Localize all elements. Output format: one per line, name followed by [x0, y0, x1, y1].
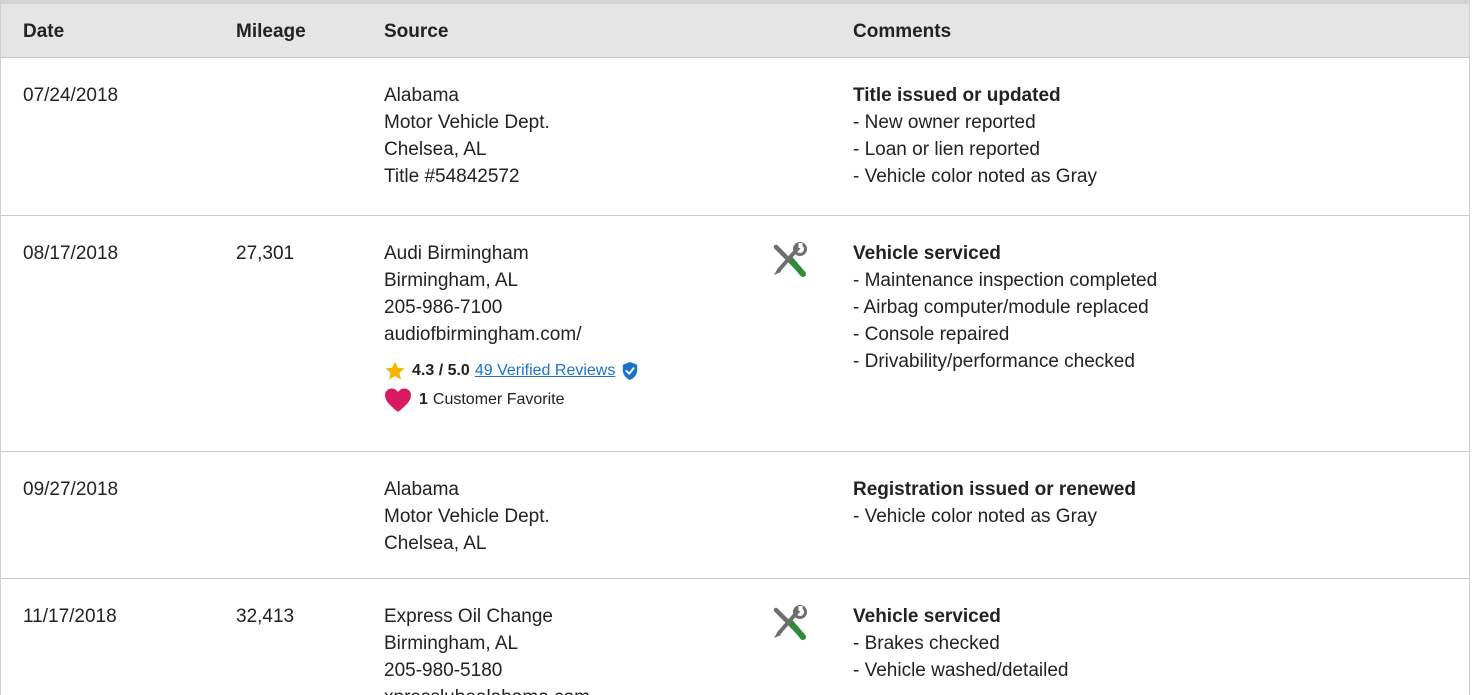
source-line: Birmingham, AL — [384, 633, 519, 654]
comment-title: Registration issued or renewed — [853, 479, 1136, 500]
source-line: Birmingham, AL — [384, 270, 519, 291]
comment-title: Vehicle serviced — [853, 606, 1001, 627]
table-row: 07/24/2018 Alabama Motor Vehicle Dept. C… — [1, 58, 1469, 216]
dealer-rating: 4.3 / 5.0 49 Verified Reviews — [384, 360, 639, 382]
source-line: Alabama — [384, 85, 459, 106]
row-comments: Title issued or updated - New owner repo… — [853, 82, 1097, 190]
header-source: Source — [384, 21, 449, 42]
row-source: Express Oil Change Birmingham, AL 205-98… — [384, 603, 590, 695]
comment-line: - Drivability/performance checked — [853, 351, 1135, 372]
row-source: Audi Birmingham Birmingham, AL 205-986-7… — [384, 240, 639, 413]
row-date: 08/17/2018 — [23, 243, 119, 264]
comment-line: - Maintenance inspection completed — [853, 270, 1158, 291]
comment-line: - Brakes checked — [853, 633, 1000, 654]
source-line: Audi Birmingham — [384, 243, 529, 264]
customer-favorite: 1 Customer Favorite — [384, 387, 639, 413]
service-icon-cell — [769, 605, 809, 645]
source-line: audiofbirmingham.com/ — [384, 324, 582, 345]
source-line: Express Oil Change — [384, 606, 553, 627]
heart-icon — [385, 388, 411, 412]
favorite-count: 1 — [419, 391, 428, 408]
source-line: Motor Vehicle Dept. — [384, 506, 550, 527]
vehicle-history-table: Date Mileage Source Comments 07/24/2018 … — [0, 0, 1470, 695]
row-date: 09/27/2018 — [23, 479, 119, 500]
row-mileage: 27,301 — [236, 243, 295, 264]
row-date: 11/17/2018 — [23, 606, 117, 627]
row-comments: Vehicle serviced - Maintenance inspectio… — [853, 240, 1157, 375]
comment-line: - Vehicle color noted as Gray — [853, 506, 1097, 527]
source-line: xpresslubealabama.com — [384, 684, 590, 695]
row-source: Alabama Motor Vehicle Dept. Chelsea, AL — [384, 476, 550, 557]
table-header: Date Mileage Source Comments — [1, 0, 1469, 58]
row-date: 07/24/2018 — [23, 85, 119, 106]
comment-line: - Vehicle color noted as Gray — [853, 166, 1097, 187]
service-tools-icon — [773, 605, 807, 640]
verified-shield-icon — [623, 362, 638, 380]
service-icon-cell — [769, 242, 809, 282]
header-date: Date — [23, 21, 65, 42]
row-mileage: 32,413 — [236, 606, 295, 627]
comment-line: - Airbag computer/module replaced — [853, 297, 1149, 318]
rating-score: 4.3 / 5.0 — [412, 362, 470, 379]
comment-title: Title issued or updated — [853, 85, 1061, 106]
favorite-label: Customer Favorite — [432, 391, 565, 408]
row-comments: Registration issued or renewed - Vehicle… — [853, 476, 1136, 530]
table-row: 11/17/2018 32,413 Express Oil Change Bir… — [1, 579, 1469, 695]
header-comments: Comments — [853, 21, 952, 42]
table-row: 09/27/2018 Alabama Motor Vehicle Dept. C… — [1, 452, 1469, 579]
source-line: Chelsea, AL — [384, 533, 487, 554]
source-line: Chelsea, AL — [384, 139, 487, 160]
source-line: 205-986-7100 — [384, 297, 503, 318]
source-line: 205-980-5180 — [384, 660, 503, 681]
source-line: Title #54842572 — [384, 166, 520, 187]
comment-line: - Loan or lien reported — [853, 139, 1040, 160]
row-source: Alabama Motor Vehicle Dept. Chelsea, AL … — [384, 82, 550, 190]
source-line: Alabama — [384, 479, 459, 500]
header-mileage: Mileage — [236, 21, 306, 42]
row-comments: Vehicle serviced - Brakes checked - Vehi… — [853, 603, 1068, 684]
source-line: Motor Vehicle Dept. — [384, 112, 550, 133]
comment-line: - New owner reported — [853, 112, 1036, 133]
table-row: 08/17/2018 27,301 Audi Birmingham Birmin… — [1, 216, 1469, 452]
comment-line: - Console repaired — [853, 324, 1010, 345]
verified-reviews-link[interactable]: 49 Verified Reviews — [475, 360, 616, 382]
comment-line: - Vehicle washed/detailed — [853, 660, 1069, 681]
comment-title: Vehicle serviced — [853, 243, 1001, 264]
star-icon — [385, 361, 405, 380]
service-tools-icon — [773, 242, 807, 277]
